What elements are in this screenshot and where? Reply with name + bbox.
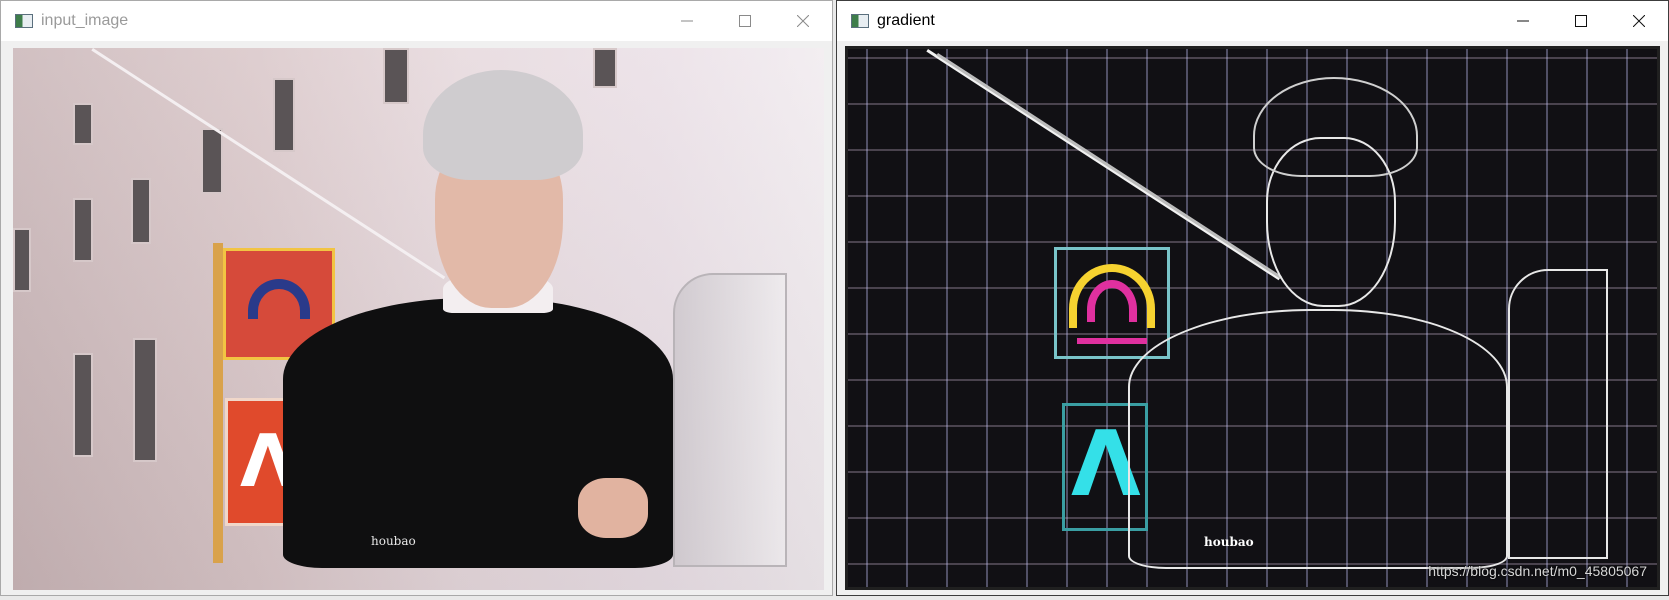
image-watermark: houbao xyxy=(371,534,416,548)
image-canvas-gradient: Λ houbao https://blog.csdn.net/m0_458050… xyxy=(845,46,1660,590)
maximize-button[interactable] xyxy=(1552,1,1610,41)
building-window xyxy=(273,78,295,152)
building-window xyxy=(201,128,223,194)
minimize-button[interactable] xyxy=(1494,1,1552,41)
person-hair xyxy=(423,70,583,180)
maximize-button[interactable] xyxy=(716,1,774,41)
person-body-edge xyxy=(1128,309,1508,569)
window-title: input_image xyxy=(41,12,129,29)
building-window xyxy=(73,353,93,457)
window-controls xyxy=(658,1,832,41)
person-hair-edge xyxy=(1253,77,1418,177)
building-window xyxy=(13,228,31,292)
minimize-icon xyxy=(681,20,693,22)
building-window xyxy=(383,48,409,104)
maximize-icon xyxy=(1575,15,1587,27)
window-input-image[interactable]: input_image Λ houbao xyxy=(0,0,833,596)
close-icon xyxy=(1633,15,1645,27)
window-app-icon xyxy=(15,14,33,28)
building-window xyxy=(593,48,617,88)
window-controls xyxy=(1494,1,1668,41)
building-window xyxy=(73,198,93,262)
building-window xyxy=(73,103,93,145)
close-button[interactable] xyxy=(1610,1,1668,41)
glass-structure-edge xyxy=(1508,269,1608,559)
minimize-icon xyxy=(1517,20,1529,22)
building-window xyxy=(133,338,157,462)
close-button[interactable] xyxy=(774,1,832,41)
titlebar[interactable]: input_image xyxy=(1,1,832,41)
image-watermark: houbao xyxy=(1204,535,1254,549)
sign-pole xyxy=(213,243,223,563)
photo-background: Λ houbao xyxy=(13,48,824,590)
sign-edge-top xyxy=(1054,247,1170,359)
maximize-icon xyxy=(739,15,751,27)
window-app-icon xyxy=(851,14,869,28)
desktop: input_image Λ houbao gradient Λ houbao h… xyxy=(0,0,1669,600)
sign-stripe-edge xyxy=(1077,338,1147,344)
building-window xyxy=(131,178,151,244)
person-hand xyxy=(578,478,648,538)
glass-structure xyxy=(673,273,787,567)
minimize-button[interactable] xyxy=(658,1,716,41)
arch-logo xyxy=(248,279,310,319)
close-icon xyxy=(797,15,809,27)
titlebar[interactable]: gradient xyxy=(837,1,1668,41)
url-watermark: https://blog.csdn.net/m0_45805067 xyxy=(1428,563,1647,579)
wire-edge xyxy=(936,53,1282,279)
image-canvas-input: Λ houbao xyxy=(13,48,824,590)
gradient-background: Λ houbao https://blog.csdn.net/m0_458050… xyxy=(848,49,1657,587)
window-gradient[interactable]: gradient Λ houbao https://blog.csdn.net/… xyxy=(836,0,1669,596)
window-title: gradient xyxy=(877,12,935,29)
